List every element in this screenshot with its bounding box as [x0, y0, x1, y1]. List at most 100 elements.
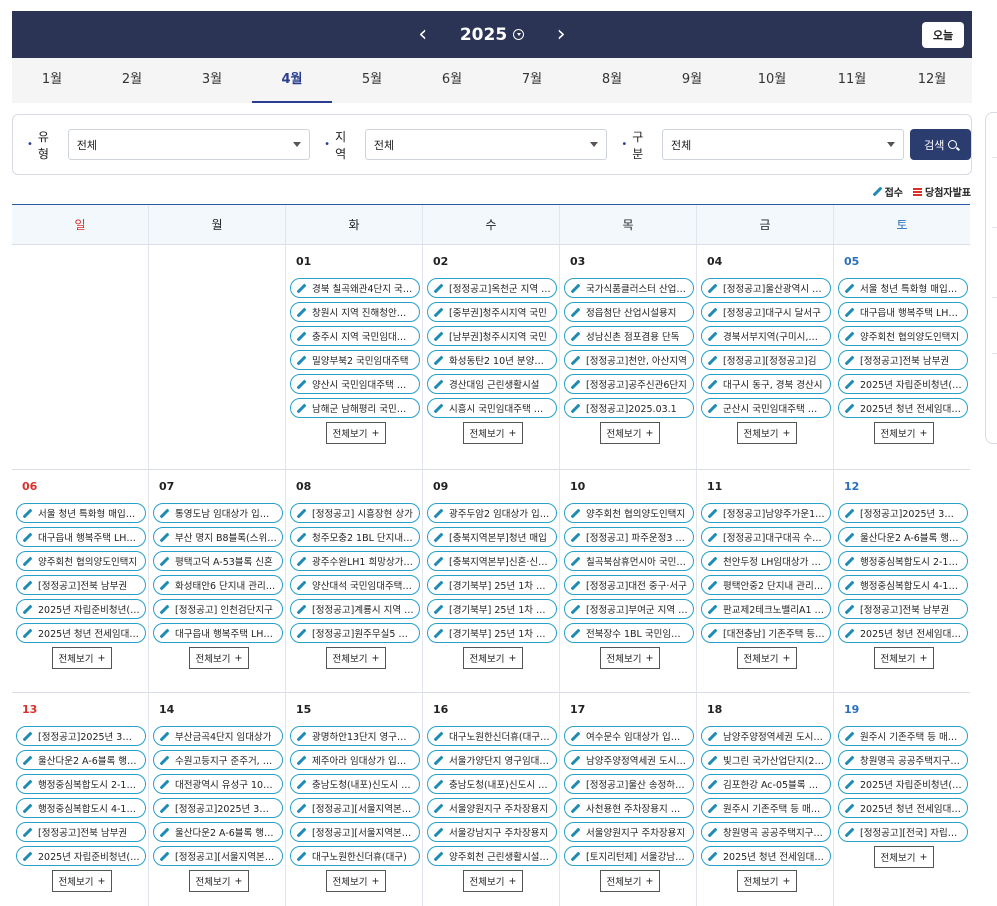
event-item[interactable]: [남부권]청주시지역 국민 [427, 326, 557, 346]
tab-month-7[interactable]: 7월 [492, 58, 572, 103]
view-all-button[interactable]: 전체보기 + [874, 422, 934, 444]
view-all-button[interactable]: 전체보기 + [52, 870, 112, 892]
event-item[interactable]: 2025년 자립준비청년(보호 [838, 774, 968, 794]
event-item[interactable]: 대전광역시 유성구 10년 공공 [153, 774, 283, 794]
event-item[interactable]: [정정공고]울산 송정하우징 [564, 774, 694, 794]
year-selector[interactable]: 2025 [460, 25, 525, 45]
event-item[interactable]: [정정공고]원주무실5 국민 [290, 623, 420, 643]
event-item[interactable]: [정정공고][서울지역본부] [290, 798, 420, 818]
event-item[interactable]: 행정중심복합도시 2-1생활권 [16, 774, 146, 794]
event-item[interactable]: [정정공고]2025년 3월 매입 [153, 798, 283, 818]
event-item[interactable]: 대구읍내 행복주택 LH단지 [153, 623, 283, 643]
event-item[interactable]: [정정공고] 파주운정3 주상 [564, 527, 694, 547]
event-item[interactable]: 양주회천 협의양도인택지 [564, 503, 694, 523]
event-item[interactable]: [정정공고]대구시 달서구 [701, 302, 831, 322]
event-item[interactable]: 남해군 남해평리 국민임대 [290, 398, 420, 418]
tab-month-9[interactable]: 9월 [652, 58, 732, 103]
event-item[interactable]: 양주회천 협의양도인택지 [16, 551, 146, 571]
event-item[interactable]: 평택고덕 A-53블록 신혼 [153, 551, 283, 571]
view-all-button[interactable]: 전체보기 + [463, 647, 523, 669]
event-item[interactable]: 서울 청년 특화형 매입임대 [838, 278, 968, 298]
view-all-button[interactable]: 전체보기 + [189, 647, 249, 669]
event-item[interactable]: [정정공고][정정공고]김 [701, 350, 831, 370]
event-item[interactable]: 경북서부지역(구미시,김천) [701, 326, 831, 346]
filter-select-3[interactable]: 전체 [662, 129, 905, 160]
event-item[interactable]: 창원명곡 공공주택지구 점포 [701, 822, 831, 842]
view-all-button[interactable]: 전체보기 + [737, 647, 797, 669]
tab-month-2[interactable]: 2월 [92, 58, 172, 103]
event-item[interactable]: 밀양부북2 국민임대주택 [290, 350, 420, 370]
event-item[interactable]: 울산다운2 A-6블록 행복주택 [153, 822, 283, 842]
event-item[interactable]: [충북지역본부]청년 매입 [427, 527, 557, 547]
view-all-button[interactable]: 전체보기 + [189, 870, 249, 892]
event-item[interactable]: [정정공고]전북 남부권 [16, 575, 146, 595]
event-item[interactable]: [정정공고]천안, 아산지역 [564, 350, 694, 370]
tab-month-3[interactable]: 3월 [172, 58, 252, 103]
event-item[interactable]: 천안두정 LH임대상가 입점자 [701, 551, 831, 571]
event-item[interactable]: [정정공고][전국] 자립준비 [838, 822, 968, 842]
event-item[interactable]: 대구읍내 행복주택 LH단지 [838, 302, 968, 322]
event-item[interactable]: [정정공고]계룡시 지역 국민 [290, 599, 420, 619]
event-item[interactable]: 정읍첨단 산업시설용지 [564, 302, 694, 322]
event-item[interactable]: 칠곡북삼휴먼시아 국민임대 [564, 551, 694, 571]
event-item[interactable]: 광주수완LH1 희망상가 입점 [290, 551, 420, 571]
event-item[interactable]: 사천용현 주차장용지 공급 [564, 798, 694, 818]
event-item[interactable]: [정정공고][서울지역본부] [153, 846, 283, 866]
event-item[interactable]: 광명하안13단지 영구임대 [290, 726, 420, 746]
search-button[interactable]: 검색 [910, 129, 971, 160]
event-item[interactable]: 화성동탄2 10년 분양전환 [427, 350, 557, 370]
event-item[interactable]: 여수문수 임대상가 입점자 [564, 726, 694, 746]
event-item[interactable]: [정정공고]옥천군 지역 국민 [427, 278, 557, 298]
event-item[interactable]: 창원시 지역 진해청안해양 [290, 302, 420, 322]
event-item[interactable]: 김포한강 Ac-05블록 단지내 [701, 774, 831, 794]
view-all-button[interactable]: 전체보기 + [326, 422, 386, 444]
filter-select-2[interactable]: 전체 [364, 129, 608, 160]
event-item[interactable]: [정정공고][서울지역본부] [290, 822, 420, 842]
event-item[interactable]: 울산다운2 A-6블록 행복주택 [16, 750, 146, 770]
event-item[interactable]: 행정중심복합도시 2-1생활권 [838, 551, 968, 571]
event-item[interactable]: 시흥시 국민임대주택 예비 [427, 398, 557, 418]
event-item[interactable]: 서울 청년 특화형 매입임대 [16, 503, 146, 523]
event-item[interactable]: 대구읍내 행복주택 LH단지 [16, 527, 146, 547]
event-item[interactable]: 전북장수 1BL 국민임대주택 [564, 623, 694, 643]
event-item[interactable]: 양산대석 국민임대주택 예비 [290, 575, 420, 595]
tab-month-4[interactable]: 4월 [252, 58, 332, 103]
event-item[interactable]: 2025년 자립준비청년(보호 [16, 846, 146, 866]
tab-month-12[interactable]: 12월 [892, 58, 972, 103]
event-item[interactable]: 원주시 기존주택 등 매입임대 [701, 798, 831, 818]
event-item[interactable]: [정정공고]전북 남부권 [838, 350, 968, 370]
event-item[interactable]: 창원명곡 공공주택지구 점포 [838, 750, 968, 770]
view-all-button[interactable]: 전체보기 + [326, 647, 386, 669]
event-item[interactable]: [정정공고] 인천검단지구 [153, 599, 283, 619]
event-item[interactable]: 충남도청(내포)신도시 단독 [427, 774, 557, 794]
event-item[interactable]: [정정공고]2025년 3월 매입 [838, 503, 968, 523]
tab-month-8[interactable]: 8월 [572, 58, 652, 103]
event-item[interactable]: 청주모충2 1BL 단지내 상가 [290, 527, 420, 547]
event-item[interactable]: 서울가양단지 영구임대 상가 [427, 750, 557, 770]
event-item[interactable]: 대구노원한신더휴(대구) 행복 [427, 726, 557, 746]
event-item[interactable]: 양주회천 근린생활시설용지 [427, 846, 557, 866]
event-item[interactable]: [정정공고]2025년 3월 매입 [16, 726, 146, 746]
event-item[interactable]: 2025년 청년 전세임대 1순위 [838, 623, 968, 643]
event-item[interactable]: 통영도남 임대상가 입점자 [153, 503, 283, 523]
event-item[interactable]: 행정중심복합도시 4-1생활권 [16, 798, 146, 818]
event-item[interactable]: 양주회천 협의양도인택지 [838, 326, 968, 346]
event-item[interactable]: 2025년 청년 전세임대 1순위 [838, 398, 968, 418]
filter-select-1[interactable]: 전체 [67, 129, 311, 160]
view-all-button[interactable]: 전체보기 + [600, 647, 660, 669]
event-item[interactable]: 2025년 청년 전세임대 1순위 [16, 623, 146, 643]
event-item[interactable]: 경산대임 근린생활시설 [427, 374, 557, 394]
event-item[interactable]: 남양주양정역세권 도시지원 [701, 726, 831, 746]
today-button[interactable]: 오늘 [922, 22, 964, 48]
view-all-button[interactable]: 전체보기 + [463, 870, 523, 892]
event-item[interactable]: 광주두암2 임대상가 입점자 [427, 503, 557, 523]
event-item[interactable]: 대구노원한신더휴(대구) [290, 846, 420, 866]
event-item[interactable]: 서울강남지구 주차장용지 [427, 822, 557, 842]
event-item[interactable]: 서울양원지구 주차장용지 [564, 822, 694, 842]
view-all-button[interactable]: 전체보기 + [52, 647, 112, 669]
view-all-button[interactable]: 전체보기 + [737, 870, 797, 892]
tab-month-1[interactable]: 1월 [12, 58, 92, 103]
event-item[interactable]: [정정공고]전북 남부권 [838, 599, 968, 619]
event-item[interactable]: [경기북부] 25년 1차 청년 [427, 575, 557, 595]
event-item[interactable]: [정정공고] 시흥장현 상가 [290, 503, 420, 523]
